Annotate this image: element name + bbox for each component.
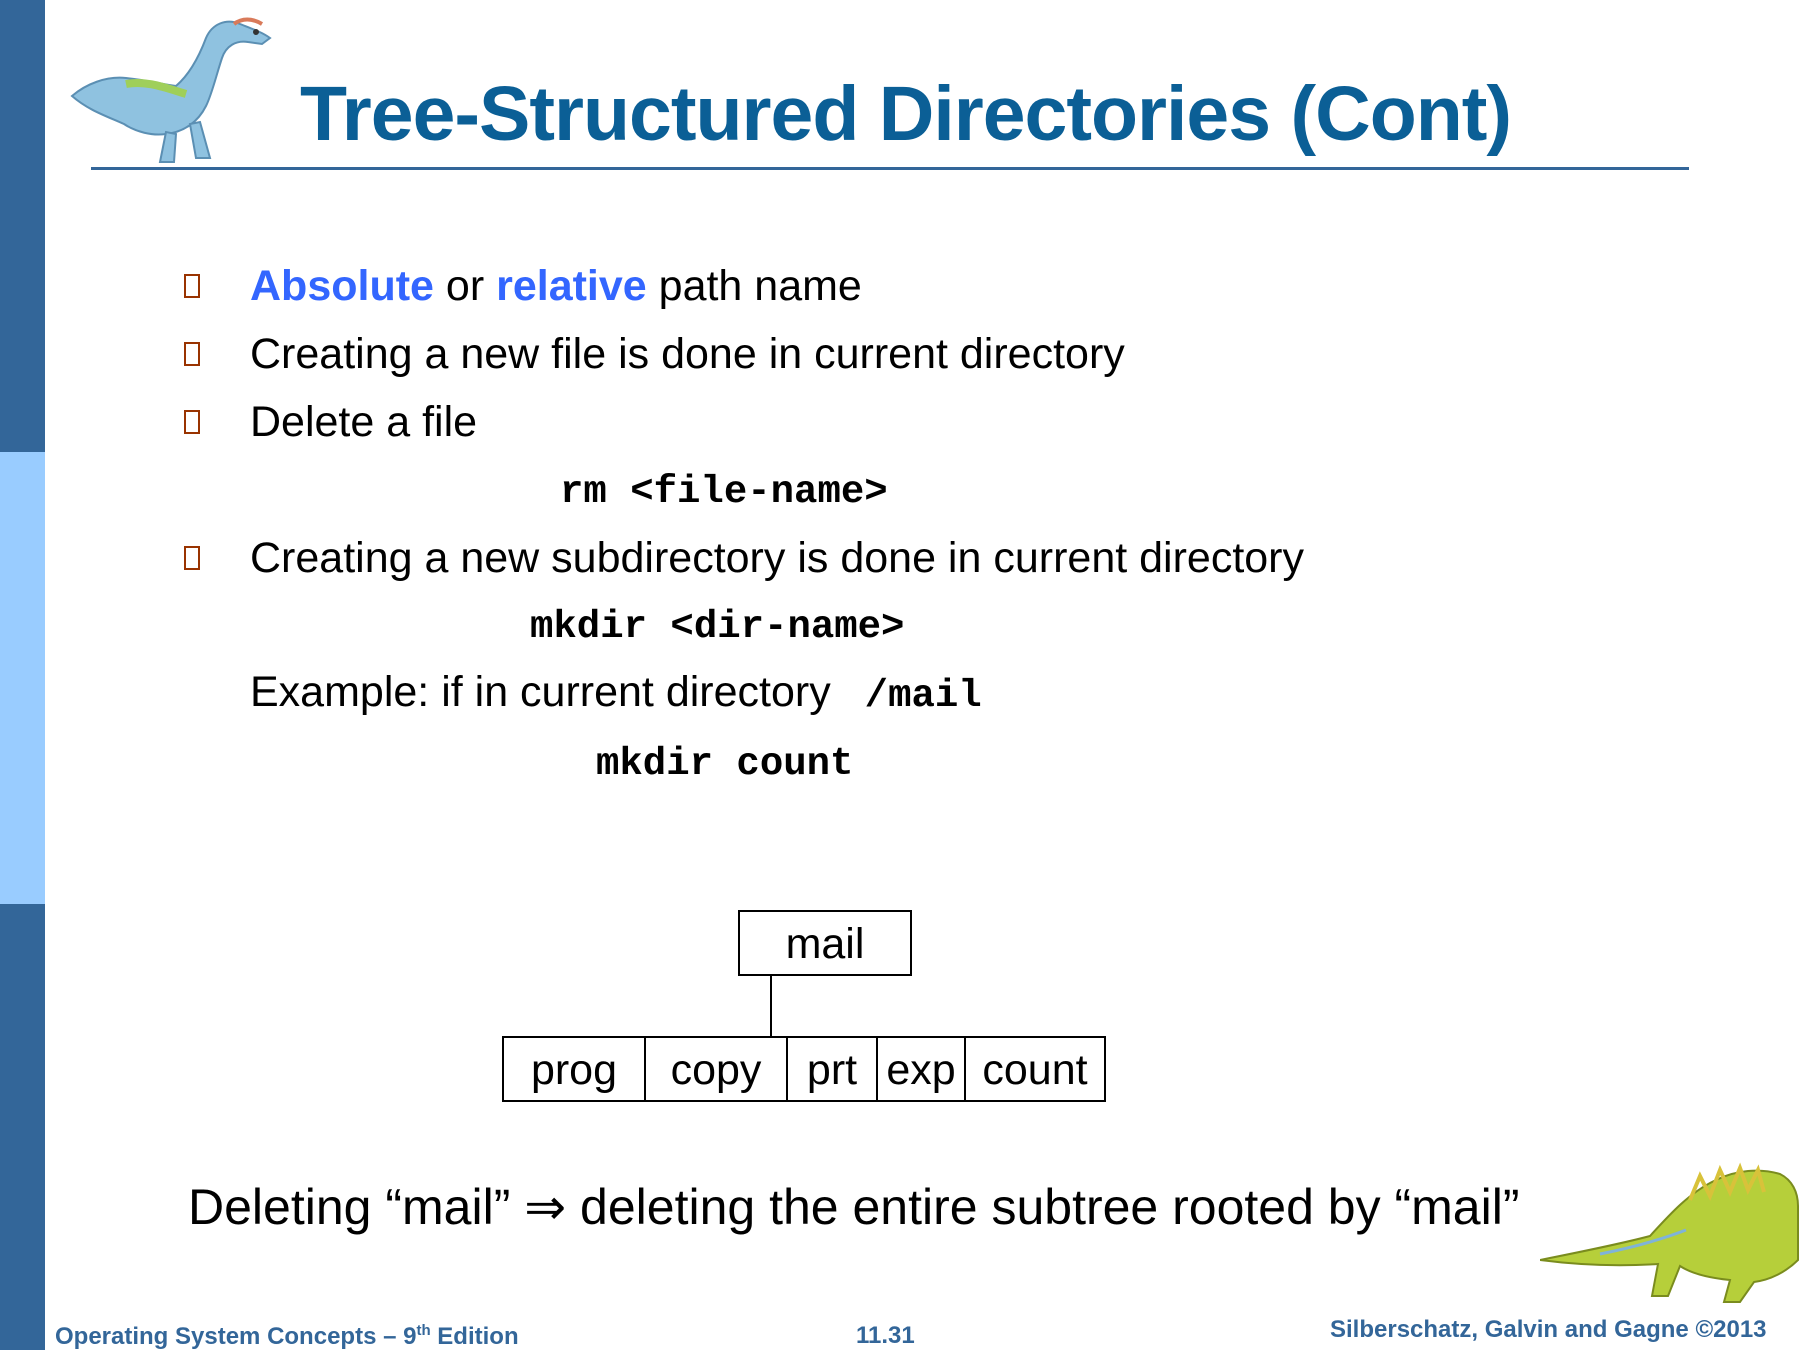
keyword-absolute: Absolute — [250, 262, 434, 310]
quote-open: “ — [385, 1179, 402, 1235]
footer-page-number: 11.31 — [856, 1322, 915, 1349]
bullet-square-icon — [184, 342, 200, 366]
bullet-text: or — [433, 262, 497, 310]
statement-text: deleting the entire subtree rooted by — [566, 1179, 1395, 1235]
bullet-absolute-relative: Absolute or relative path name — [250, 262, 862, 311]
keyword-relative: relative — [496, 262, 647, 310]
implies-arrow-icon: ⇒ — [524, 1179, 567, 1235]
example-line: Example: if in current directory /mail — [250, 668, 982, 718]
footer-book-title: Operating System Concepts – 9th Edition — [55, 1322, 519, 1351]
tree-node-child: count — [964, 1036, 1106, 1102]
bullet-create-subdirectory: Creating a new subdirectory is done in c… — [250, 534, 1305, 582]
command-mkdir-count: mkdir count — [596, 742, 854, 786]
bullet-square-icon — [184, 274, 200, 298]
sidebar-band-middle — [0, 452, 45, 904]
bullet-text: path name — [646, 262, 862, 310]
bullet-square-icon — [184, 546, 200, 570]
footer-edition: Edition — [430, 1323, 519, 1350]
bullet-create-file: Creating a new file is done in current d… — [250, 330, 1125, 378]
deletion-statement: Deleting “mail” ⇒ deleting the entire su… — [188, 1178, 1519, 1236]
tree-node-child: prt — [786, 1036, 878, 1102]
statement-text: Deleting — [188, 1179, 386, 1235]
tree-node-root: mail — [738, 910, 912, 976]
quote-close: ” — [493, 1179, 511, 1235]
statement-mail: mail — [1411, 1179, 1503, 1235]
command-mkdir: mkdir <dir-name> — [530, 605, 905, 649]
sidebar-band-bottom — [0, 904, 45, 1350]
tree-node-child: prog — [502, 1036, 646, 1102]
title-underline — [91, 167, 1689, 170]
tree-connector — [770, 976, 772, 1038]
footer-sup: th — [416, 1322, 431, 1339]
footer-book: Operating System Concepts – 9 — [55, 1323, 417, 1350]
tree-node-child: exp — [876, 1036, 966, 1102]
quote-close: ” — [1502, 1179, 1520, 1235]
command-rm: rm <file-name> — [560, 470, 888, 514]
bullet-delete-file: Delete a file — [250, 398, 478, 446]
dinosaur-bottom-right-icon — [1540, 1162, 1799, 1303]
tree-node-child: copy — [644, 1036, 788, 1102]
slide-title: Tree-Structured Directories (Cont) — [300, 71, 1512, 157]
footer-authors: Silberschatz, Galvin and Gagne ©2013 — [1330, 1316, 1767, 1343]
bullet-square-icon — [184, 410, 200, 434]
dinosaur-top-left-icon — [70, 17, 272, 163]
sidebar-band-top — [0, 0, 45, 452]
statement-mail: mail — [402, 1179, 494, 1235]
example-path: /mail — [864, 674, 982, 718]
example-label: Example: if in current directory — [250, 668, 843, 716]
quote-open: “ — [1394, 1179, 1412, 1235]
